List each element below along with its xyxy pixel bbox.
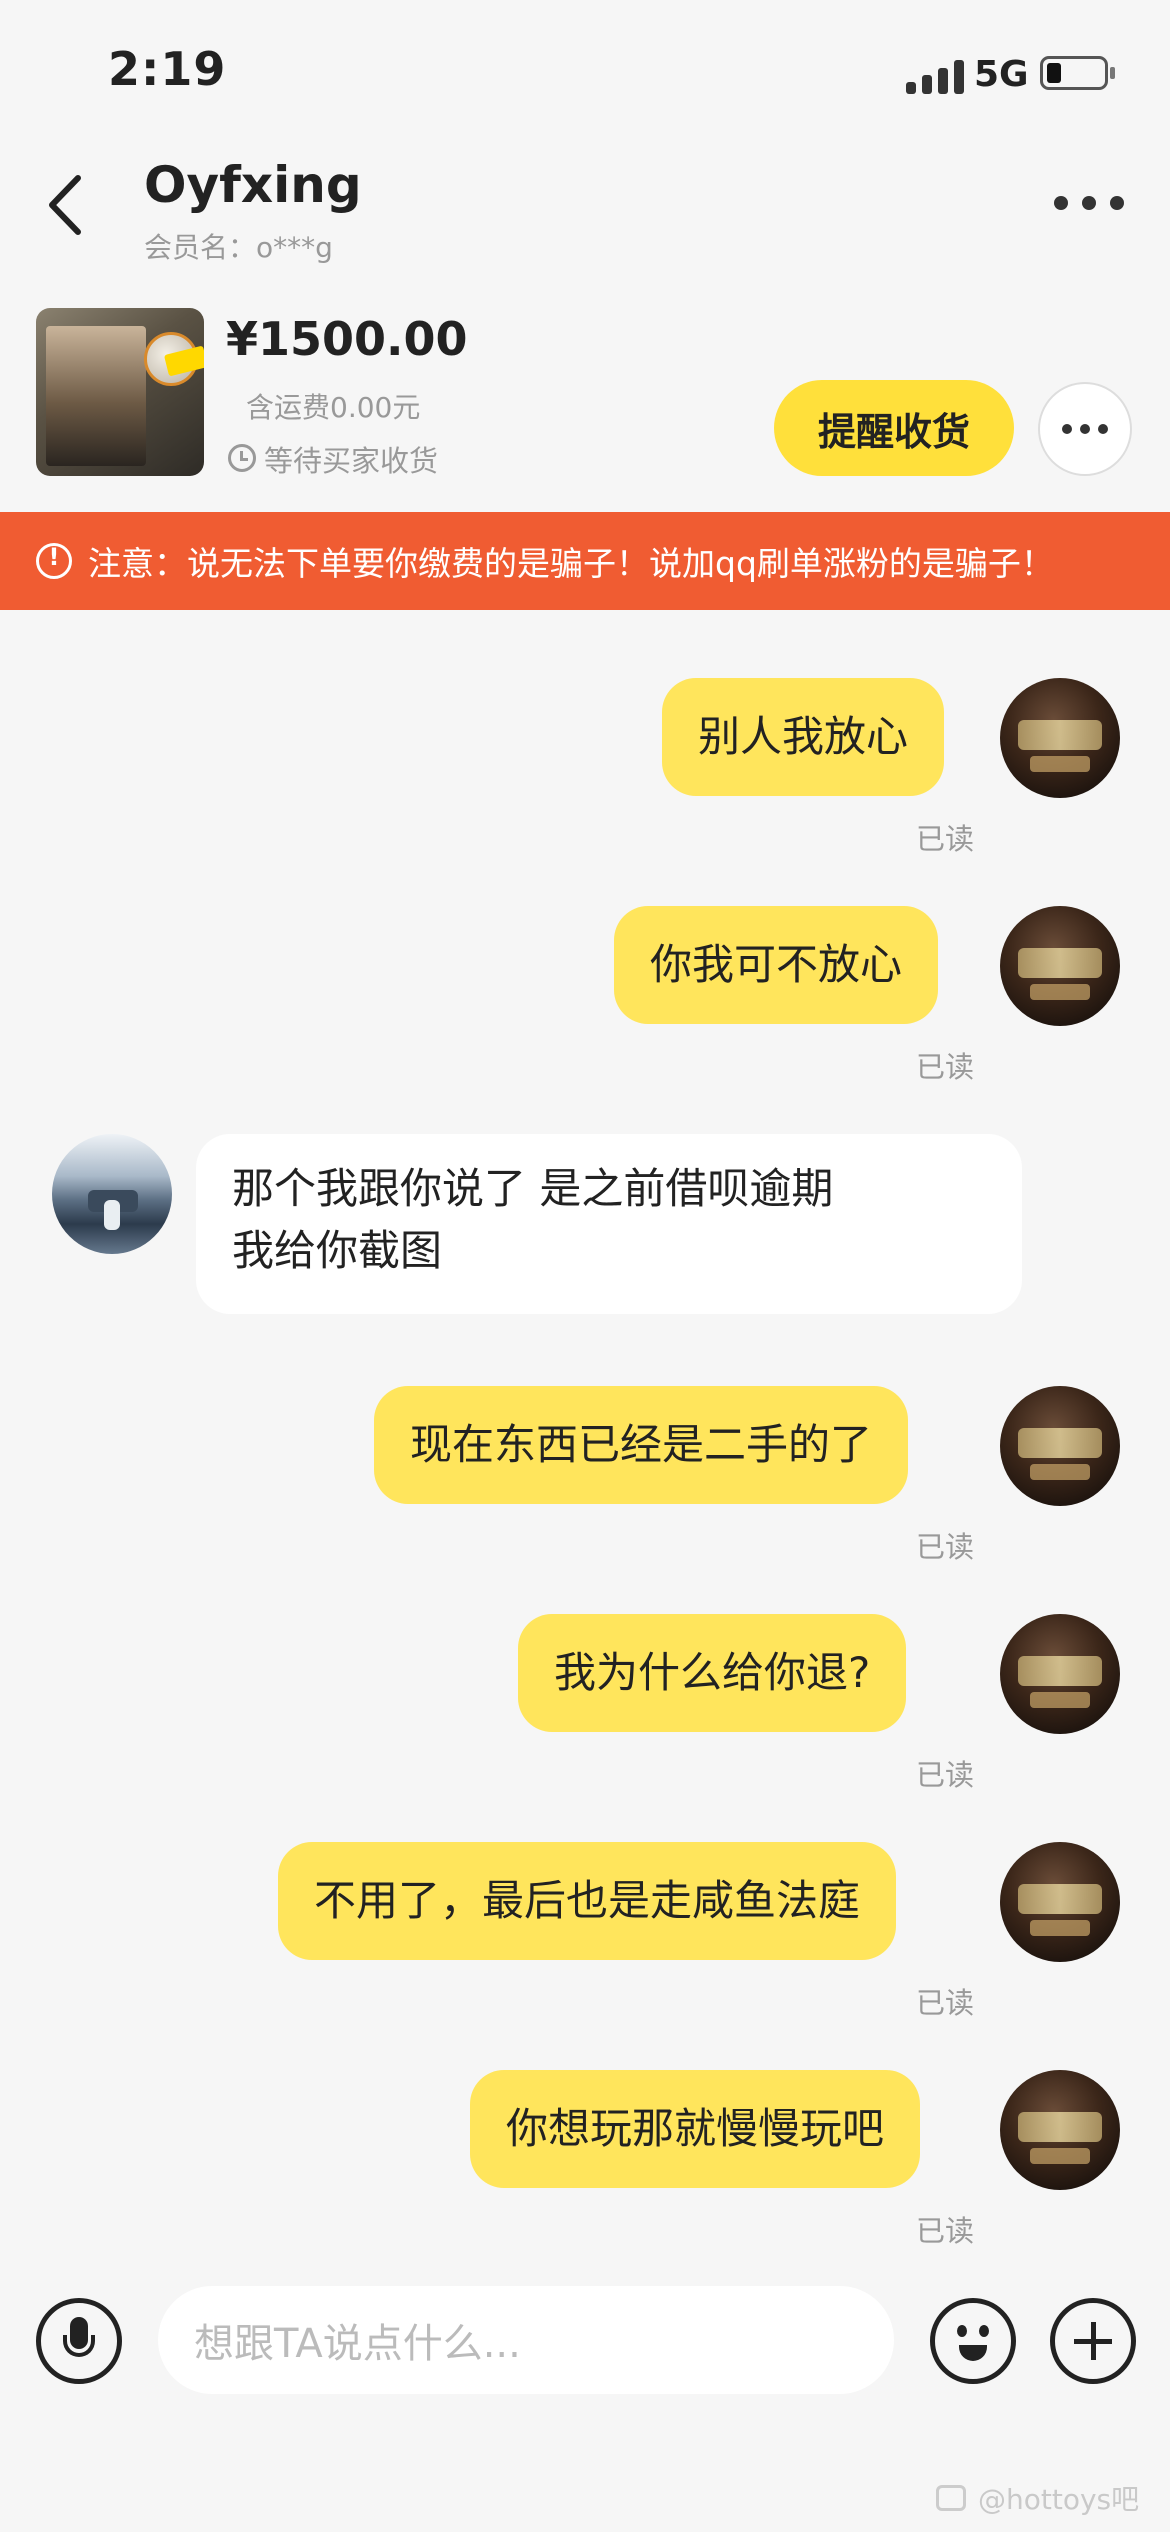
battery-icon: [1040, 56, 1115, 90]
message-line: 那个我跟你说了 是之前借呗逾期: [232, 1164, 834, 1213]
poster-image: [46, 326, 146, 466]
mic-icon[interactable]: [36, 2298, 122, 2384]
status-time: 2:19: [108, 42, 227, 96]
fraud-warning-banner: 注意：说无法下单要你缴费的是骗子！说加qq刷单涨粉的是骗子！: [0, 512, 1170, 610]
contact-name: Oyfxing: [144, 156, 362, 214]
watermark-text: @hottoys吧: [978, 2483, 1140, 2516]
my-avatar[interactable]: [1000, 1386, 1120, 1506]
watermark-icon: [936, 2485, 966, 2511]
message-bubble-mine[interactable]: 别人我放心: [662, 678, 945, 796]
message-line: 我给你截图: [232, 1226, 443, 1275]
message-bubble-mine[interactable]: 你我可不放心: [614, 906, 939, 1024]
network-type: 5G: [974, 54, 1029, 95]
my-avatar[interactable]: [1000, 678, 1120, 798]
my-avatar[interactable]: [1000, 906, 1120, 1026]
more-icon[interactable]: [1054, 196, 1124, 216]
message-bubble-mine[interactable]: 我为什么给你退?: [518, 1614, 907, 1732]
message-bubble-mine[interactable]: 不用了，最后也是走咸鱼法庭: [278, 1842, 897, 1960]
read-receipt: 已读: [916, 1050, 975, 1084]
my-avatar[interactable]: [1000, 2070, 1120, 2190]
watermark: @hottoys吧: [936, 2478, 1139, 2518]
message-bubble-theirs[interactable]: 那个我跟你说了 是之前借呗逾期 我给你截图: [196, 1134, 1022, 1314]
product-thumbnail[interactable]: [36, 308, 204, 476]
add-icon[interactable]: [1050, 2298, 1136, 2384]
shipping-fee: 含运费0.00元: [246, 391, 421, 424]
my-avatar[interactable]: [1000, 1614, 1120, 1734]
message-input[interactable]: 想跟TA说点什么...: [158, 2286, 894, 2394]
back-icon[interactable]: [40, 170, 90, 240]
signal-icon: [906, 60, 964, 94]
my-avatar[interactable]: [1000, 1842, 1120, 1962]
warning-text: 注意：说无法下单要你缴费的是骗子！说加qq刷单涨粉的是骗子！: [88, 544, 1054, 583]
product-price: ¥1500.00: [226, 312, 468, 366]
read-receipt: 已读: [916, 1530, 975, 1564]
read-receipt: 已读: [916, 1986, 975, 2020]
message-bubble-mine[interactable]: 你想玩那就慢慢玩吧: [470, 2070, 921, 2188]
read-receipt: 已读: [916, 822, 975, 856]
alert-icon: [36, 543, 72, 579]
contact-avatar[interactable]: [52, 1134, 172, 1254]
product-more-button[interactable]: [1038, 382, 1132, 476]
clock-icon: [228, 444, 256, 472]
member-name: 会员名：o***g: [144, 231, 333, 264]
read-receipt: 已读: [916, 1758, 975, 1792]
status-bar: 2:19 5G: [0, 0, 1170, 150]
read-receipt: 已读: [916, 2214, 975, 2248]
order-status: 等待买家收货: [264, 444, 439, 478]
message-bubble-mine[interactable]: 现在东西已经是二手的了: [374, 1386, 909, 1504]
emoji-icon[interactable]: [930, 2298, 1016, 2384]
remind-receipt-button[interactable]: 提醒收货: [774, 380, 1014, 476]
